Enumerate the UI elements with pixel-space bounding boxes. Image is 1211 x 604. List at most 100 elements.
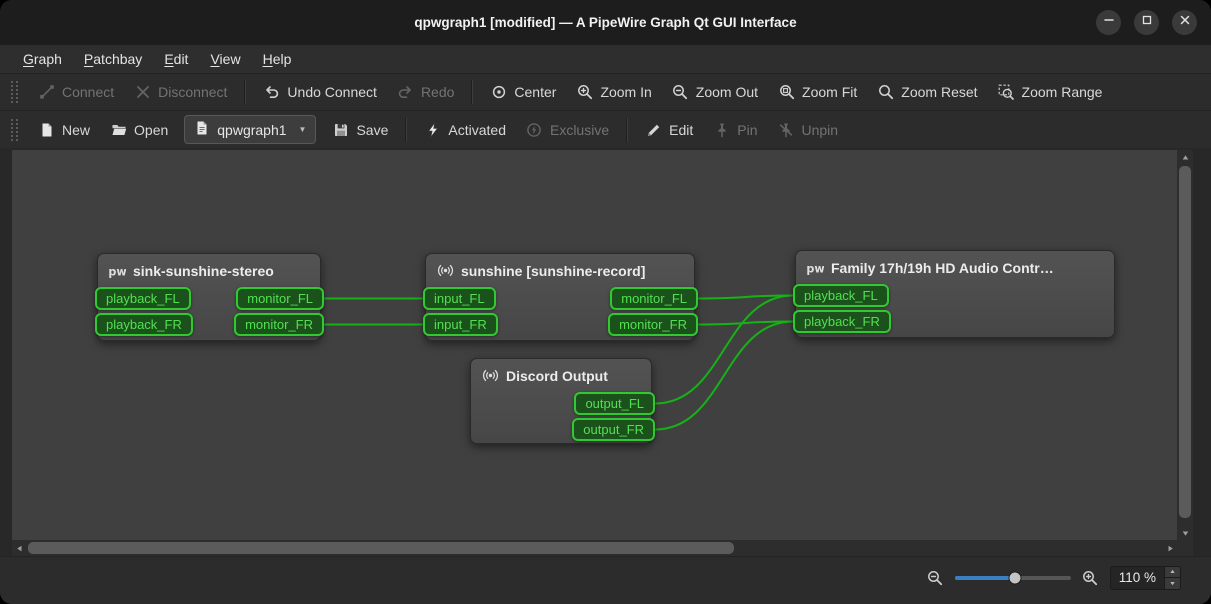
zoom-spin-down-button[interactable] (1165, 577, 1180, 589)
toolbar-button-label: Unpin (801, 122, 838, 138)
redo-icon (397, 84, 414, 101)
menu-edit[interactable]: Edit (153, 48, 199, 70)
pipewire-icon: pw (807, 259, 824, 276)
center-button[interactable]: Center (481, 79, 565, 106)
node-discord-output[interactable]: Discord Outputoutput_FLoutput_FR (470, 358, 652, 444)
toolbar-button-label: Zoom Out (696, 84, 758, 100)
port-monitor_FR[interactable]: monitor_FR (608, 313, 698, 336)
port-input_FR[interactable]: input_FR (423, 313, 498, 336)
zoom-in-button[interactable]: Zoom In (567, 79, 660, 106)
disconnect-button[interactable]: Disconnect (125, 79, 236, 106)
node-title: Family 17h/19h HD Audio Contr… (831, 260, 1054, 276)
output-ports: monitor_FL monitor_FR (234, 287, 324, 336)
port-input_FL[interactable]: input_FL (423, 287, 496, 310)
unpin-button[interactable]: Unpin (768, 116, 847, 143)
undo-icon (263, 84, 280, 101)
zoom-range-button[interactable]: Zoom Range (989, 79, 1112, 106)
zoom-in-slider-icon[interactable] (1082, 569, 1099, 586)
zoom-out-slider-icon[interactable] (927, 569, 944, 586)
toolbar-button-label: Save (356, 122, 388, 138)
menu-view[interactable]: View (199, 48, 251, 70)
zoom-out-button[interactable]: Zoom Out (663, 79, 767, 106)
toolbar-button-label: Zoom In (600, 84, 651, 100)
save-icon (332, 121, 349, 138)
svg-text:pw: pw (807, 262, 824, 275)
port-output_FL[interactable]: output_FL (574, 392, 655, 415)
maximize-button[interactable] (1134, 10, 1159, 35)
port-monitor_FL[interactable]: monitor_FL (236, 287, 324, 310)
zoom-slider-handle[interactable] (1009, 571, 1022, 584)
horizontal-scrollbar[interactable] (12, 540, 1177, 556)
node-sunshine[interactable]: sunshine [sunshine-record]input_FLinput_… (425, 253, 695, 341)
menu-graph[interactable]: Graph (12, 48, 73, 70)
node-family-audio[interactable]: pw Family 17h/19h HD Audio Contr… playback… (795, 250, 1115, 338)
port-monitor_FR[interactable]: monitor_FR (234, 313, 324, 336)
patchbay-select[interactable]: qpwgraph1▼ (184, 115, 316, 144)
scroll-up-icon[interactable] (1177, 150, 1193, 164)
output-ports: monitor_FL monitor_FR (608, 287, 698, 336)
minimize-button[interactable] (1096, 10, 1121, 35)
zoom-reset-button[interactable]: Zoom Reset (868, 79, 986, 106)
connect-button[interactable]: Connect (29, 79, 123, 106)
exclusive-icon (526, 121, 543, 138)
close-button[interactable] (1172, 10, 1197, 35)
zoom-fit-button[interactable]: Zoom Fit (769, 79, 866, 106)
node-header: sunshine [sunshine-record] (426, 254, 694, 279)
toolbar-button-label: New (62, 122, 90, 138)
toolbar-button-label: Center (514, 84, 556, 100)
menu-patchbay[interactable]: Patchbay (73, 48, 153, 70)
pin-icon (713, 121, 730, 138)
toolbar-separator (244, 80, 246, 104)
center-icon (490, 84, 507, 101)
redo-button[interactable]: Redo (388, 79, 463, 106)
zoom-value[interactable]: 110 % (1111, 567, 1164, 589)
connection-sunshine-monitor_FR-to-family-audio-playback_FR[interactable] (698, 322, 793, 325)
connection-sunshine-monitor_FL-to-family-audio-playback_FL[interactable] (698, 296, 793, 299)
audio-node-icon (437, 262, 454, 279)
input-ports: playback_FL playback_FR (793, 284, 891, 333)
node-title: sink-sunshine-stereo (133, 263, 274, 279)
port-playback_FL[interactable]: playback_FL (793, 284, 889, 307)
zoom-range-icon (998, 84, 1015, 101)
graph-canvas[interactable]: pwsink-sunshine-stereoplayback_FLplaybac… (12, 150, 1177, 540)
undo-connect-button[interactable]: Undo Connect (254, 79, 386, 106)
scroll-down-icon[interactable] (1177, 526, 1193, 540)
pin-button[interactable]: Pin (704, 116, 766, 143)
zoom-spinbox[interactable]: 110 % (1110, 566, 1181, 590)
activated-button[interactable]: Activated (415, 116, 515, 143)
toolbar-button-label: Connect (62, 84, 114, 100)
scroll-left-icon[interactable] (12, 540, 26, 556)
horizontal-scrollbar-thumb[interactable] (28, 542, 734, 554)
input-ports: input_FL input_FR (423, 287, 498, 336)
disconnect-icon (134, 84, 151, 101)
new-button[interactable]: New (29, 116, 99, 143)
scroll-right-icon[interactable] (1163, 540, 1177, 556)
vertical-scrollbar[interactable] (1177, 150, 1193, 540)
window-controls (1096, 0, 1197, 45)
titlebar[interactable]: qpwgraph1 [modified] — A PipeWire Graph … (0, 0, 1211, 45)
toolbar-handle[interactable] (11, 81, 18, 103)
vertical-scrollbar-thumb[interactable] (1179, 166, 1191, 518)
save-button[interactable]: Save (323, 116, 397, 143)
menu-help[interactable]: Help (252, 48, 303, 70)
open-button[interactable]: Open (101, 116, 177, 143)
toolbar-button-label: Undo Connect (287, 84, 377, 100)
port-playback_FR[interactable]: playback_FR (95, 313, 193, 336)
toolbar-file: New Open qpwgraph1▼ Save ActivatedExclusive E… (0, 110, 1211, 148)
zoom-in-icon (576, 84, 593, 101)
edit-button[interactable]: Edit (636, 116, 702, 143)
port-playback_FR[interactable]: playback_FR (793, 310, 891, 333)
toolbar-handle[interactable] (11, 119, 18, 141)
connections-layer (12, 150, 1177, 540)
minimize-icon (1101, 12, 1117, 33)
port-output_FR[interactable]: output_FR (572, 418, 655, 441)
node-sink-sunshine-stereo[interactable]: pwsink-sunshine-stereoplayback_FLplaybac… (97, 253, 321, 341)
port-playback_FL[interactable]: playback_FL (95, 287, 191, 310)
exclusive-button[interactable]: Exclusive (517, 116, 618, 143)
port-monitor_FL[interactable]: monitor_FL (610, 287, 698, 310)
toolbar-separator (471, 80, 473, 104)
zoom-slider[interactable] (955, 569, 1071, 587)
zoom-spin-up-button[interactable] (1165, 567, 1180, 578)
toolbar-separator (405, 118, 407, 142)
toolbar-button-label: Zoom Fit (802, 84, 857, 100)
